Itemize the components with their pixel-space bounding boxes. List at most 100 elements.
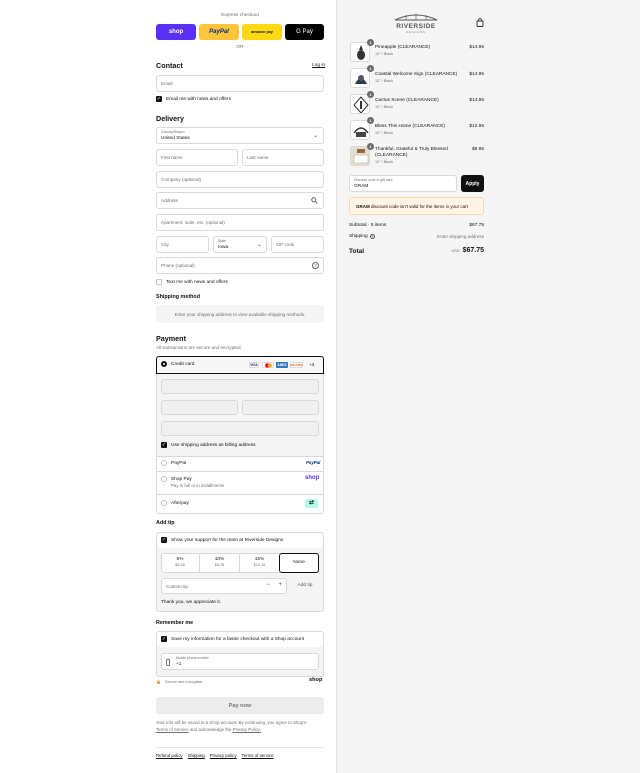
chevron-down-icon: ⌄ (312, 133, 318, 139)
shop-pay-option[interactable]: Shop Pay (161, 476, 192, 482)
tip-option-none[interactable]: None (279, 553, 319, 573)
address-field[interactable]: Address (156, 192, 324, 209)
product-thumbnail (350, 120, 370, 140)
brand-logo[interactable]: RIVERSIDE DESIGNS (393, 12, 439, 34)
total-value: $67.75 (462, 247, 484, 254)
email-field[interactable]: Email (156, 75, 324, 92)
product-thumbnail (350, 42, 370, 62)
city-field[interactable]: City (156, 236, 209, 253)
subtotal-value: $67.75 (469, 223, 484, 228)
help-icon[interactable]: ? (369, 234, 375, 239)
phone-field[interactable]: Phone (optional) ? (156, 257, 324, 274)
radio-selected-icon[interactable] (161, 361, 167, 367)
mobile-phone-field[interactable]: Mobile phone number +1 (161, 653, 319, 670)
footer-links: Refund policy Shipping Privacy policy Te… (156, 753, 274, 758)
add-tip-button[interactable]: Add tip (291, 578, 319, 594)
cart-item-variant: 12" / Black (375, 79, 394, 83)
state-select[interactable]: State Iowa ⌄ (213, 236, 267, 253)
cart-item-price: $9.95 (471, 147, 484, 152)
footer-refund-link[interactable]: Refund policy (156, 753, 183, 758)
currency-code: USD (451, 249, 460, 253)
amex-icon: AMEX (276, 362, 288, 368)
custom-tip-field[interactable]: Custom tip − + (161, 578, 287, 594)
shopping-bag-icon[interactable] (476, 18, 484, 29)
company-field[interactable]: Company (optional) (156, 171, 324, 188)
shipping-value: Enter shipping address (437, 234, 484, 239)
terms-link[interactable]: Terms of Service (156, 727, 189, 732)
payment-heading: Payment (156, 334, 186, 343)
payment-subtitle: All transactions are secure and encrypte… (156, 345, 242, 350)
checkbox-checked-icon[interactable]: ✓ (161, 636, 167, 642)
footer-terms-link[interactable]: Terms of service (242, 753, 274, 758)
search-icon (311, 197, 318, 205)
cart-item-price: $14.95 (469, 98, 484, 103)
checkbox-checked-icon[interactable]: ✓ (161, 537, 167, 543)
shipping-method-heading: Shipping method (156, 294, 201, 300)
total-label: Total (349, 248, 365, 255)
pay-now-button[interactable]: Pay now (156, 697, 324, 714)
shop-pay-button[interactable]: shop (156, 24, 196, 40)
country-select[interactable]: Country/Region United States ⌄ (156, 127, 324, 144)
remember-me-heading: Remember me (156, 620, 194, 626)
afterpay-option[interactable]: Afterpay (161, 500, 189, 506)
apartment-field[interactable]: Apartment, suite, etc. (optional) (156, 214, 324, 231)
chevron-down-icon: ⌄ (256, 242, 262, 248)
subtotal-label: Subtotal · 5 items (349, 223, 387, 228)
minus-icon[interactable]: − (266, 582, 270, 588)
discount-code-field[interactable]: Discount code or gift card GRAM (349, 175, 457, 192)
checkbox-checked-icon[interactable]: ✓ (156, 96, 162, 102)
google-pay-button[interactable]: G Pay (285, 24, 324, 40)
shop-logo-icon: shop (309, 677, 323, 683)
tip-option-10[interactable]: 10% $6.78 (200, 553, 240, 573)
help-icon[interactable]: ? (312, 262, 319, 269)
shipping-method-notice: Enter your shipping address to view avai… (156, 305, 324, 323)
email-opt-in[interactable]: ✓ Email me with news and offers (156, 96, 231, 102)
product-thumbnail (350, 94, 370, 114)
login-link[interactable]: Log in (312, 63, 325, 68)
tip-option-15[interactable]: 15% $10.16 (240, 553, 279, 573)
privacy-link[interactable]: Privacy Policy. (233, 727, 261, 732)
checkbox-checked-icon[interactable]: ✓ (161, 442, 167, 448)
radio-unselected-icon[interactable] (161, 500, 167, 506)
amazon-pay-button[interactable]: amazon pay (242, 24, 282, 40)
phone-icon (166, 659, 170, 666)
text-opt-in[interactable]: Text me with news and offers (156, 279, 228, 285)
save-info-option[interactable]: ✓ Save my information for a faster checko… (161, 636, 304, 642)
cart-item-variant: 12" / Black (375, 52, 394, 56)
card-number-field[interactable] (161, 379, 319, 394)
delivery-heading: Delivery (156, 114, 184, 123)
visa-icon: VISA (249, 362, 259, 368)
plus-icon[interactable]: + (278, 582, 282, 588)
last-name-field[interactable]: Last name (242, 149, 324, 166)
credit-card-label[interactable]: Credit card (161, 361, 194, 367)
product-thumbnail (350, 68, 370, 88)
billing-same-option[interactable]: ✓ Use shipping address as billing address (161, 442, 256, 448)
zip-field[interactable]: ZIP code (271, 236, 324, 253)
cart-item-variant: 12" / Black (375, 160, 394, 164)
shipping-label: Shipping? (349, 234, 375, 239)
card-name-field[interactable] (161, 421, 319, 436)
order-summary-panel: RIVERSIDE DESIGNS 1 Pineapple (CLEARANCE… (337, 0, 640, 773)
checkout-form-panel: Express checkout shop PayPal amazon pay … (0, 0, 337, 773)
add-tip-heading: Add tip (156, 520, 175, 526)
footer-shipping-link[interactable]: Shipping (188, 753, 205, 758)
discount-error-banner: GRAM discount code isn't valid for the i… (349, 197, 484, 215)
radio-unselected-icon[interactable] (161, 460, 167, 466)
or-divider: OR (236, 45, 244, 50)
cart-item-price: $12.95 (469, 124, 484, 129)
radio-unselected-icon[interactable] (161, 476, 167, 482)
card-cvv-field[interactable] (242, 400, 319, 415)
tip-thanks: Thank you, we appreciate it. (161, 600, 221, 605)
first-name-field[interactable]: First name (156, 149, 238, 166)
paypal-button[interactable]: PayPal (199, 24, 239, 40)
quantity-badge: 1 (367, 117, 374, 124)
checkbox-unchecked-icon[interactable] (156, 279, 162, 285)
paypal-option[interactable]: PayPal (161, 460, 186, 466)
cart-item-variant: 12" / Black (375, 105, 394, 109)
shop-logo-icon: shop (305, 475, 320, 481)
apply-discount-button[interactable]: Apply (461, 175, 484, 192)
tip-support-option[interactable]: ✓ Show your support for the team at River… (161, 537, 283, 543)
footer-privacy-link[interactable]: Privacy policy (210, 753, 237, 758)
card-expiry-field[interactable] (161, 400, 238, 415)
tip-option-5[interactable]: 5% $3.39 (161, 553, 200, 573)
